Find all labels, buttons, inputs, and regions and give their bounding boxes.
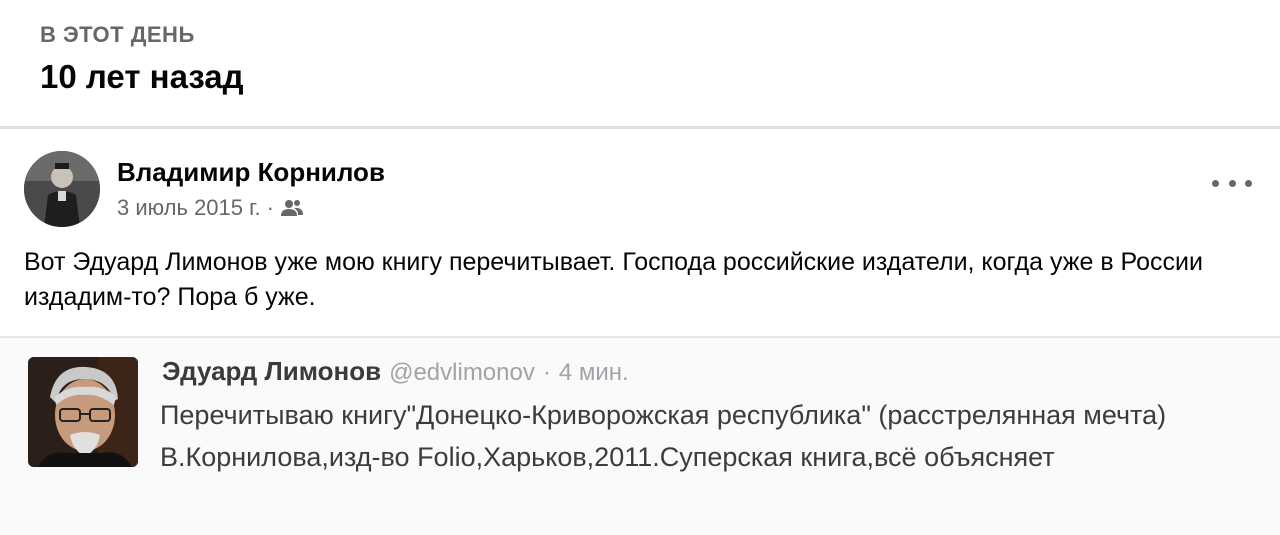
more-dot bbox=[1245, 179, 1252, 187]
more-dot bbox=[1228, 179, 1236, 187]
post-text: Вот Эдуард Лимонов уже мою книгу перечит… bbox=[24, 248, 1203, 311]
more-dot bbox=[1212, 179, 1219, 187]
memory-years-ago: 10 лет назад bbox=[40, 58, 244, 95]
tweet-screenshot: Эдуард Лимонов @edvlimonov · 4 мин. Пере… bbox=[0, 338, 1280, 535]
tweet-author: Эдуард Лимонов bbox=[162, 356, 382, 386]
post-date[interactable]: 3 июль 2015 г. bbox=[117, 195, 261, 221]
tweet-text: Перечитываю книгу"Донецко-Криворожская р… bbox=[160, 400, 1167, 472]
author-avatar[interactable] bbox=[24, 151, 100, 227]
memory-label: В ЭТОТ ДЕНЬ bbox=[40, 22, 195, 47]
friends-icon bbox=[280, 198, 304, 218]
author-name[interactable]: Владимир Корнилов bbox=[117, 157, 385, 188]
tweet-header: Эдуард Лимонов @edvlimonov · 4 мин. bbox=[162, 356, 629, 387]
tweet-separator: · bbox=[542, 359, 551, 386]
tweet-time: 4 мин. bbox=[558, 359, 629, 386]
post-card: Владимир Корнилов 3 июль 2015 г. · Вот Э… bbox=[0, 129, 1280, 535]
more-options-icon[interactable] bbox=[1212, 173, 1252, 193]
tweet-handle: @edvlimonov bbox=[389, 359, 535, 386]
tweet-avatar bbox=[28, 357, 138, 467]
meta-separator: · bbox=[266, 195, 274, 220]
post-meta: 3 июль 2015 г. · bbox=[117, 195, 304, 221]
memory-header: В ЭТОТ ДЕНЬ 10 лет назад bbox=[0, 0, 1280, 128]
